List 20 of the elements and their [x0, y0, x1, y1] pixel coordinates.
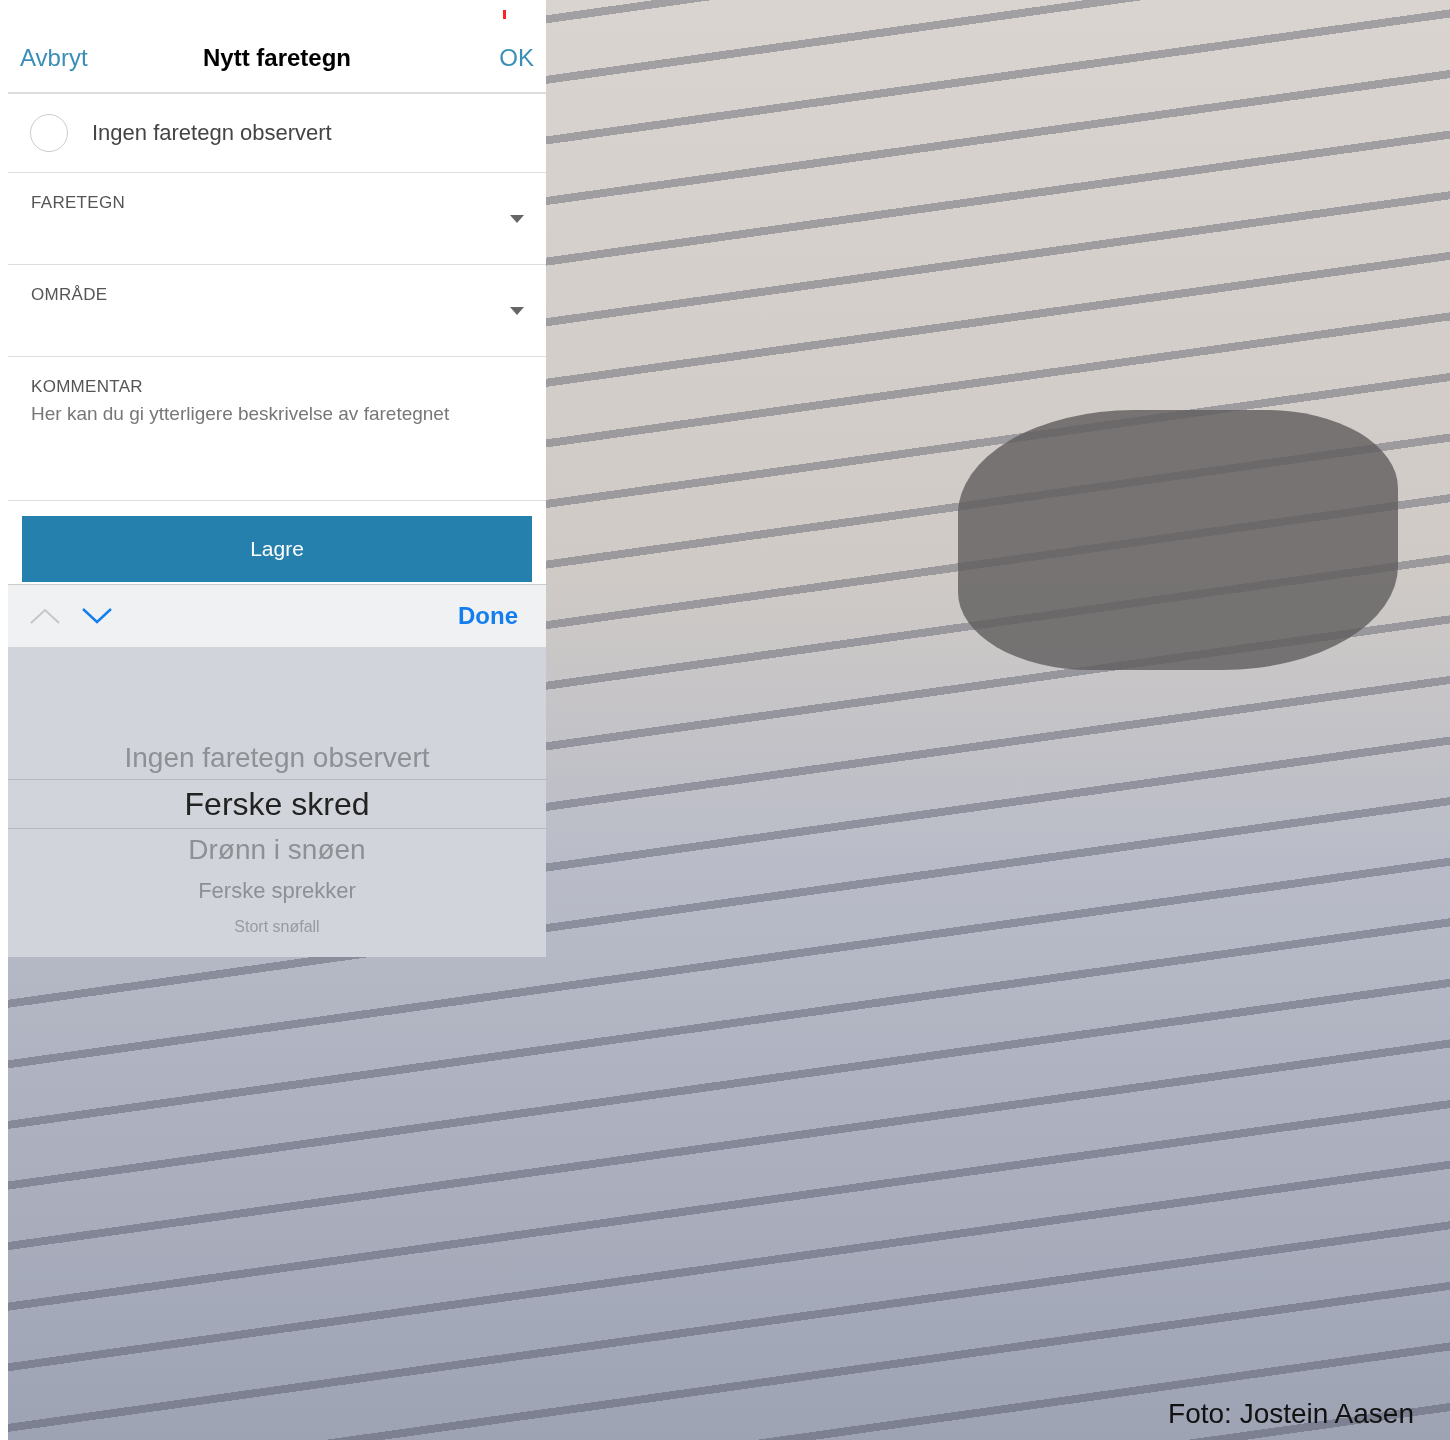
photo-credit: Foto: Jostein Aasen	[1168, 1398, 1414, 1430]
caret-icon[interactable]	[510, 307, 524, 315]
caret-icon[interactable]	[510, 215, 524, 223]
save-button[interactable]: Lagre	[22, 516, 532, 582]
cancel-link[interactable]: Avbryt	[20, 44, 88, 72]
radio-button[interactable]	[30, 114, 68, 152]
field-label: OMRÅDE	[31, 285, 109, 305]
picker-item[interactable]: Stort snøfall	[8, 911, 546, 943]
picker-item[interactable]: Ferske sprekker	[8, 871, 546, 911]
chevron-down-icon[interactable]	[82, 608, 112, 624]
picker-item[interactable]: Drønn i snøen	[8, 829, 546, 871]
ok-link[interactable]: OK	[499, 44, 534, 72]
field-label: FARETEGN	[31, 193, 127, 213]
done-button[interactable]: Done	[452, 601, 524, 631]
status-indicator	[503, 10, 506, 19]
radio-label: Ingen faretegn observert	[92, 120, 332, 146]
picker-item[interactable]: Ferske skred	[8, 779, 546, 829]
picker-item[interactable]: Ingen faretegn observert	[8, 737, 546, 779]
field-label: KOMMENTAR	[31, 377, 144, 397]
screen-title: Nytt faretegn	[203, 44, 351, 72]
